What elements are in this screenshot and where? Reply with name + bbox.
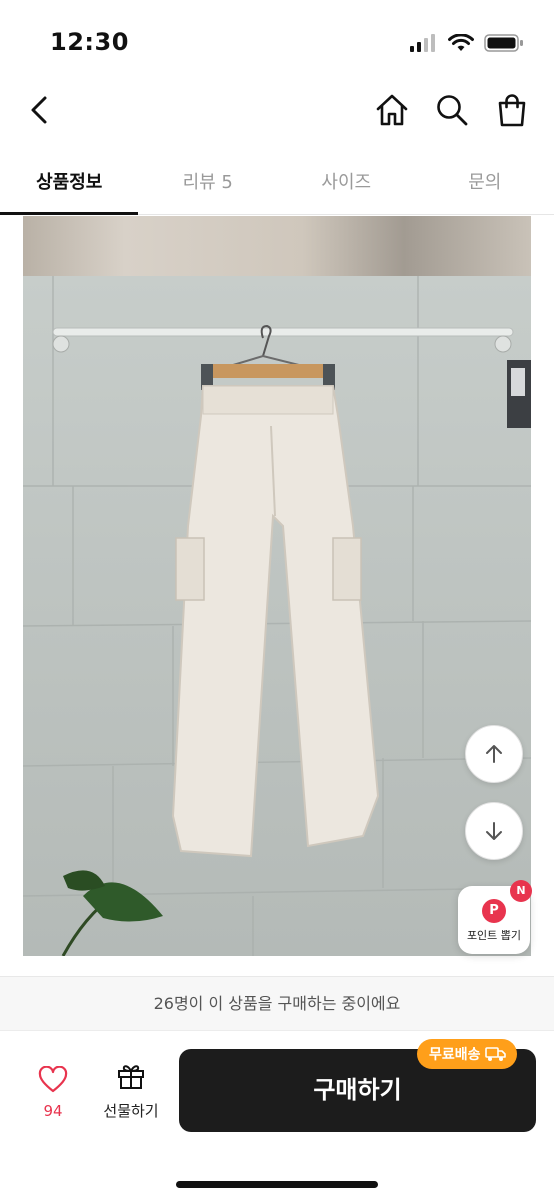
status-bar: 12:30 <box>0 0 554 80</box>
wifi-icon <box>448 34 474 51</box>
product-image-main <box>23 276 531 956</box>
top-header <box>0 80 554 142</box>
battery-icon <box>484 34 523 52</box>
point-draw-button[interactable]: P 포인트 뽑기 N <box>458 880 532 954</box>
heart-icon <box>38 1065 68 1093</box>
tab-reviews[interactable]: 리뷰 5 <box>139 155 278 214</box>
product-image-top-strip <box>23 216 531 276</box>
free-shipping-badge: 무료배송 <box>417 1039 517 1069</box>
home-button[interactable] <box>372 90 412 130</box>
product-tabs: 상품정보 리뷰 5 사이즈 문의 <box>0 155 554 215</box>
like-count: 94 <box>43 1102 63 1120</box>
product-image <box>23 216 531 956</box>
gift-label: 선물하기 <box>103 1102 159 1120</box>
point-draw-label: 포인트 뽑기 <box>466 929 522 942</box>
truck-icon <box>484 1047 506 1061</box>
like-button[interactable]: 94 <box>30 1065 76 1120</box>
home-icon <box>376 94 408 126</box>
point-icon: P <box>482 899 506 923</box>
scroll-down-button[interactable] <box>465 802 523 860</box>
arrow-down-icon <box>486 822 502 840</box>
header-actions <box>372 90 532 130</box>
search-icon <box>437 95 468 126</box>
chevron-left-icon <box>31 96 47 124</box>
tab-product-info[interactable]: 상품정보 <box>0 155 139 215</box>
gift-icon <box>118 1065 144 1089</box>
tab-inquiry[interactable]: 문의 <box>416 155 554 214</box>
purchase-activity-notice: 26명이 이 상품을 구매하는 중이에요 <box>0 977 554 1031</box>
free-shipping-label: 무료배송 <box>429 1047 481 1063</box>
home-indicator <box>176 1181 378 1188</box>
status-time: 12:30 <box>50 28 129 56</box>
signal-icon <box>410 34 435 52</box>
tab-size[interactable]: 사이즈 <box>277 155 416 214</box>
gift-button[interactable]: 선물하기 <box>96 1062 166 1121</box>
search-button[interactable] <box>432 90 472 130</box>
shopping-bag-icon <box>498 94 526 127</box>
cart-button[interactable] <box>492 90 532 130</box>
arrow-up-icon <box>486 745 502 763</box>
app-screen: 12:30 상품정보 리뷰 5 사이즈 문의 P 포인트 뽑기 N 26명이 이… <box>0 0 554 1200</box>
product-photo-illustration <box>23 276 531 956</box>
back-button[interactable] <box>20 90 60 130</box>
status-icons <box>410 33 524 53</box>
scroll-up-button[interactable] <box>465 725 523 783</box>
new-badge: N <box>510 880 532 902</box>
